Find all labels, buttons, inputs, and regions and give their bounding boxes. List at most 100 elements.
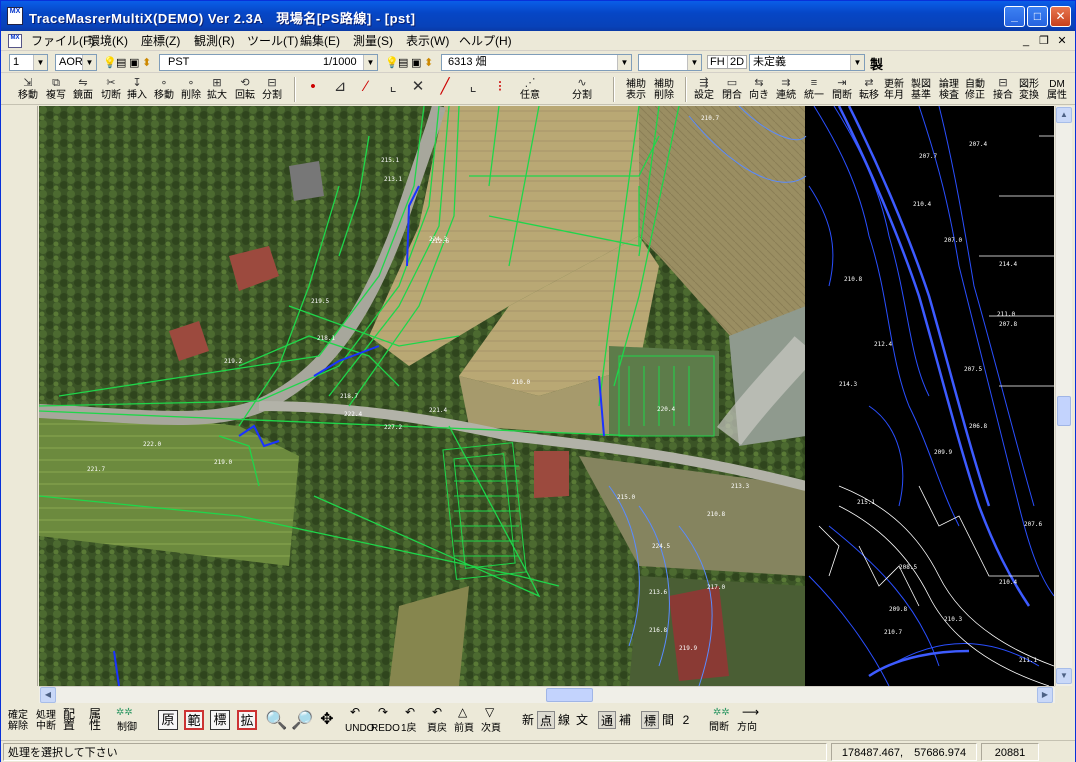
- prev-page-button[interactable]: 前頁: [454, 723, 474, 734]
- toolbar-button[interactable]: ≡ 統一: [801, 76, 827, 104]
- fh-toggle[interactable]: FH: [707, 55, 728, 69]
- drafting-button[interactable]: 製: [870, 54, 883, 73]
- scroll-up-button[interactable]: ▲: [1056, 107, 1072, 123]
- horizontal-scrollbar[interactable]: ◀ ▶: [39, 686, 1055, 703]
- attribute-select[interactable]: [638, 54, 702, 71]
- scroll-left-button[interactable]: ◀: [40, 687, 56, 703]
- toolbar-button[interactable]: ↧ 挿入: [124, 76, 150, 104]
- menu-edit[interactable]: 編集(E): [296, 33, 344, 49]
- menu-view[interactable]: 表示(W): [402, 33, 453, 49]
- toolbar-button[interactable]: ⇲ 移動: [15, 76, 41, 104]
- undo-icon[interactable]: ↶: [350, 706, 360, 718]
- arrow-right-icon[interactable]: ⟶: [742, 706, 759, 718]
- original-size-button[interactable]: 原: [158, 710, 178, 730]
- toolbar-button[interactable]: ∘ 移動: [151, 76, 177, 104]
- toolbar-button[interactable]: ⇄ 転移: [856, 76, 882, 104]
- process-interrupt-button[interactable]: 処理 中断: [36, 710, 56, 732]
- dxdy-icon[interactable]: ⊿: [328, 79, 352, 109]
- scale-select[interactable]: 1/1000: [320, 54, 378, 71]
- enlarge-button[interactable]: 拡: [237, 710, 257, 730]
- document-icon[interactable]: MX: [8, 34, 22, 48]
- page-back-button[interactable]: 頁戻: [427, 723, 447, 734]
- zoom-out-icon[interactable]: 🔎: [291, 711, 313, 729]
- gear-icon[interactable]: ✲✲: [713, 707, 730, 718]
- scroll-down-button[interactable]: ▼: [1056, 668, 1072, 684]
- mdi-minimize-button[interactable]: _: [1018, 34, 1034, 48]
- mode-new[interactable]: 新: [519, 711, 537, 729]
- mode-standard[interactable]: 標: [641, 711, 659, 729]
- app-icon[interactable]: MX: [7, 7, 23, 25]
- aor-select[interactable]: AOR: [55, 54, 97, 71]
- toolbar-button[interactable]: ✂ 切断: [98, 76, 124, 104]
- toolbar-button[interactable]: ⊡製図 基準: [908, 76, 934, 104]
- dots-icon[interactable]: ⁝: [488, 79, 512, 109]
- toolbar-button[interactable]: ⊡論理 検査: [936, 76, 962, 104]
- control-button[interactable]: 制御: [117, 722, 137, 733]
- layer-lock-icon[interactable]: ▤: [116, 56, 126, 69]
- next-page-button[interactable]: 次頁: [481, 723, 501, 734]
- mode-normal[interactable]: 通: [598, 711, 616, 729]
- toolbar-button[interactable]: ⟲ 回転: [232, 76, 258, 104]
- standard-button[interactable]: 標: [210, 710, 230, 730]
- toolbar-button[interactable]: ⊞図形 変換: [1016, 76, 1042, 104]
- confirm-cancel-button[interactable]: 確定 解除: [8, 710, 28, 732]
- toolbar-button[interactable]: ⇆ 向き: [746, 76, 772, 104]
- mode-two[interactable]: 2: [677, 711, 695, 729]
- code-updown-icon[interactable]: ⬍: [424, 56, 433, 69]
- placement-button[interactable]: 配 置: [63, 708, 75, 731]
- range-button[interactable]: 範: [184, 710, 204, 730]
- toolbar-button[interactable]: ⊟ 接合: [990, 76, 1016, 104]
- vertical-scroll-thumb[interactable]: [1057, 396, 1071, 426]
- lightbulb-icon[interactable]: 💡: [385, 56, 399, 69]
- toolbar-button[interactable]: ⟳更新 年月: [881, 76, 907, 104]
- attribute-button[interactable]: 属 性: [89, 708, 101, 731]
- drafting-red-dot-icon[interactable]: •: [301, 79, 325, 109]
- toolbar-button[interactable]: ▤DM 属性: [1044, 76, 1070, 104]
- menu-environment[interactable]: 環境(K): [84, 33, 132, 49]
- corner2-icon[interactable]: ⌞: [461, 79, 485, 109]
- down-triangle-icon[interactable]: ▽: [485, 706, 494, 718]
- toolbar-button[interactable]: ⧉ 複写: [43, 76, 69, 104]
- redo-icon[interactable]: ↷: [378, 706, 388, 718]
- back-icon[interactable]: ↶: [405, 706, 415, 718]
- cross-icon[interactable]: ✕: [406, 79, 430, 109]
- toolbar-button[interactable]: ⋰ 任意: [517, 76, 543, 104]
- menu-coordinates[interactable]: 座標(Z): [137, 33, 184, 49]
- slash-icon[interactable]: ∕: [354, 79, 378, 109]
- toolbar-button[interactable]: ⊡自動 修正: [962, 76, 988, 104]
- direction-button[interactable]: 方向: [737, 722, 757, 733]
- pan-icon[interactable]: ✥: [318, 711, 336, 729]
- mdi-restore-button[interactable]: ❐: [1036, 34, 1052, 48]
- scroll-right-button[interactable]: ▶: [1037, 687, 1053, 703]
- map-canvas[interactable]: 207.7 207.4 207.0 207.8 207.5 207.6 210.…: [39, 106, 1054, 686]
- mode-interval[interactable]: 間: [659, 711, 677, 729]
- close-button[interactable]: ✕: [1050, 6, 1071, 27]
- toolbar-button[interactable]: ◌補助 削除: [651, 76, 677, 104]
- mode-line[interactable]: 線: [555, 711, 573, 729]
- code-edit-icon[interactable]: ▣: [411, 56, 421, 69]
- up-triangle-icon[interactable]: △: [458, 706, 467, 718]
- vertical-scrollbar[interactable]: ▲ ▼: [1055, 106, 1072, 686]
- toolbar-button[interactable]: ⊞ 拡大: [204, 76, 230, 104]
- title-bar[interactable]: MX TraceMasrerMultiX(DEMO) Ver 2.3A 現場名[…: [1, 1, 1075, 31]
- toolbar-button[interactable]: ⇋ 鏡面: [70, 76, 96, 104]
- back-one-button[interactable]: 1戻: [401, 723, 417, 734]
- toolbar-button[interactable]: ▭ 閉合: [719, 76, 745, 104]
- layer-updown-icon[interactable]: ⬍: [142, 56, 151, 69]
- toolbar-button[interactable]: ◌補助 表示: [623, 76, 649, 104]
- redo-button[interactable]: REDO: [371, 723, 400, 734]
- menu-survey[interactable]: 測量(S): [349, 33, 397, 49]
- definition-select[interactable]: 未定義: [749, 54, 865, 71]
- page-back-icon[interactable]: ↶: [432, 706, 442, 718]
- mdi-close-button[interactable]: ✕: [1054, 34, 1070, 48]
- zoom-in-icon[interactable]: 🔍: [265, 711, 287, 729]
- toolbar-button[interactable]: ⊟ 分割: [259, 76, 285, 104]
- 2d-toggle[interactable]: 2D: [727, 55, 748, 69]
- menu-help[interactable]: ヘルプ(H): [455, 33, 516, 49]
- mode-text[interactable]: 文: [573, 711, 591, 729]
- map-drawing[interactable]: 207.7 207.4 207.0 207.8 207.5 207.6 210.…: [39, 106, 1054, 686]
- gear-icon[interactable]: ✲✲: [116, 707, 133, 718]
- interruption-button[interactable]: 間断: [709, 722, 729, 733]
- lightbulb-icon[interactable]: 💡: [103, 56, 117, 69]
- toolbar-button[interactable]: ⇶ 設定: [691, 76, 717, 104]
